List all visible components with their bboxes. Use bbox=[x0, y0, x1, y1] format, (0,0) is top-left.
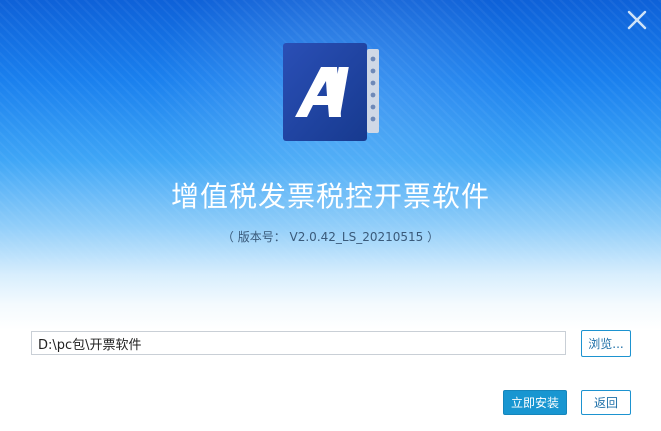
back-button[interactable]: 返回 bbox=[581, 390, 631, 415]
installer-window: 增值税发票税控开票软件 （ 版本号： V2.0.42_LS_20210515 ）… bbox=[0, 0, 661, 431]
app-title: 增值税发票税控开票软件 bbox=[170, 180, 490, 213]
install-now-button[interactable]: 立即安装 bbox=[503, 390, 567, 415]
browse-button[interactable]: 浏览... bbox=[581, 330, 631, 357]
close-icon bbox=[627, 10, 647, 30]
version-label: （ 版本号： V2.0.42_LS_20210515 ） bbox=[221, 230, 440, 244]
install-path-input[interactable] bbox=[31, 331, 566, 355]
app-logo-icon bbox=[283, 43, 379, 141]
close-button[interactable] bbox=[625, 8, 649, 32]
app-logo bbox=[283, 43, 379, 141]
